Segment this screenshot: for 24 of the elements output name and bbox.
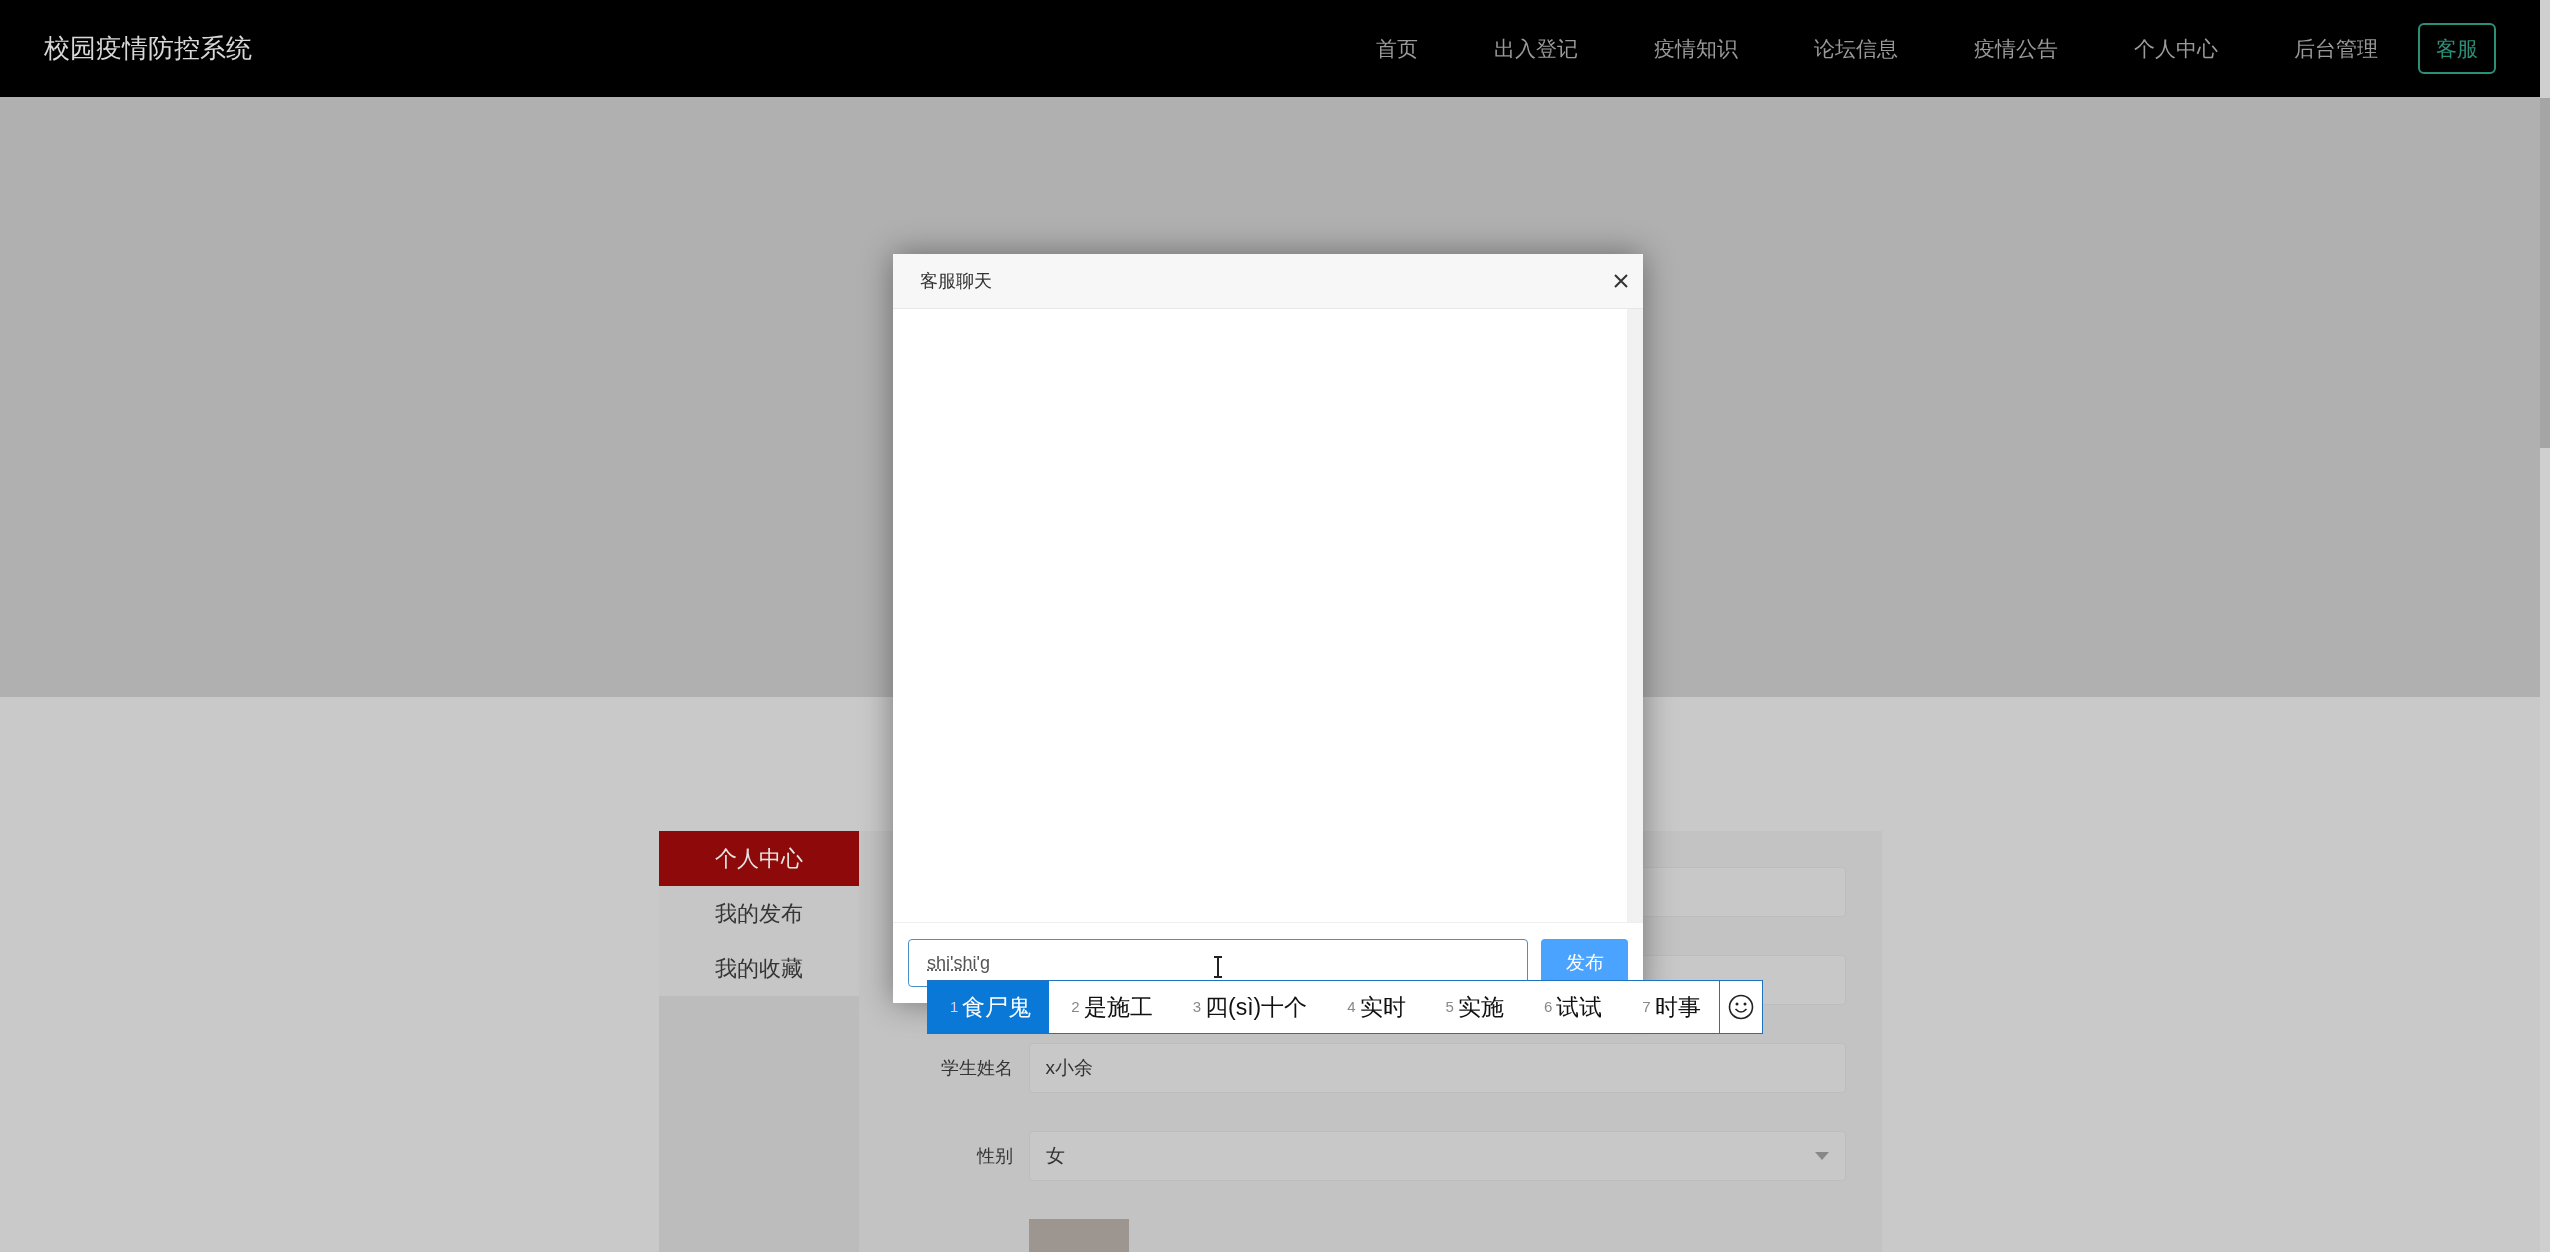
field-label: 学生姓名 <box>939 1056 1014 1080</box>
nav-link[interactable]: 疫情公告 <box>1974 32 2058 65</box>
nav-link[interactable]: 后台管理 <box>2294 32 2378 65</box>
field-label: 性别 <box>975 1144 1014 1168</box>
nav-link[interactable]: 首页 <box>1376 32 1418 65</box>
customer-service-button[interactable]: 客服 <box>2418 22 2496 75</box>
select-field[interactable]: 女 <box>1028 1131 1846 1181</box>
dialog-title: 客服聊天 <box>920 269 992 293</box>
nav-link[interactable]: 出入登记 <box>1494 32 1578 65</box>
sidebar-item[interactable]: 个人中心 <box>658 831 859 886</box>
nav-link[interactable]: 论坛信息 <box>1814 32 1898 65</box>
text-cursor-icon <box>1212 956 1224 978</box>
input-field[interactable]: x小余 <box>1028 1043 1846 1093</box>
nav-link[interactable]: 疫情知识 <box>1654 32 1738 65</box>
close-icon[interactable] <box>1613 273 1629 289</box>
ime-candidate[interactable]: 1 食尸鬼 <box>928 981 1050 1033</box>
sidebar-item[interactable]: 我的收藏 <box>658 941 859 996</box>
nav-link[interactable]: 个人中心 <box>2134 32 2218 65</box>
chat-scrollbar[interactable] <box>1627 309 1643 922</box>
smiley-icon <box>1727 994 1754 1020</box>
site-title[interactable]: 校园疫情防控系统 <box>44 29 252 68</box>
page-scrollbar[interactable] <box>2540 0 2550 1252</box>
caret-icon <box>1814 1152 1829 1160</box>
sidebar-item[interactable]: 我的发布 <box>658 886 859 941</box>
